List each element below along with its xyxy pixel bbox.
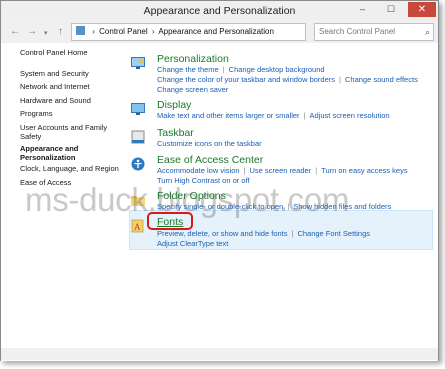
personalization-icon (131, 57, 145, 69)
breadcrumb-separator[interactable]: › (152, 27, 155, 36)
search-icon[interactable]: ⌕ (425, 24, 430, 40)
link-row: Make text and other items larger or smal… (157, 111, 390, 120)
breadcrumb-control-panel[interactable]: Control Panel (99, 27, 147, 36)
taskbar-icon (131, 130, 145, 144)
link-text-size[interactable]: Make text and other items larger or smal… (157, 111, 300, 120)
recent-locations-icon[interactable]: ▾ (44, 29, 48, 37)
minimize-button[interactable]: – (360, 4, 365, 14)
personalization-heading[interactable]: Personalization (157, 53, 229, 65)
link-row: Change the color of your taskbar and win… (157, 75, 418, 84)
link-row: Accommodate low vision | Use screen reader… (157, 166, 408, 175)
address-bar-row: ← → ▾ ↑ › Control Panel › Appearance and… (1, 21, 438, 43)
taskbar-heading[interactable]: Taskbar (157, 127, 194, 139)
link-change-background[interactable]: Change desktop background (229, 65, 325, 74)
sidebar-item-clock-language[interactable]: Clock, Language, and Region (20, 164, 120, 174)
link-screen-reader[interactable]: Use screen reader (250, 166, 312, 175)
link-row: Adjust ClearType text (157, 239, 228, 248)
search-input[interactable]: Search Control Panel ⌕ (314, 23, 434, 41)
search-placeholder: Search Control Panel (319, 27, 396, 36)
link-row: Preview, delete, or show and hide fonts |… (157, 229, 370, 238)
content-area: Control Panel Home System and Security N… (1, 43, 438, 361)
link-screen-resolution[interactable]: Adjust screen resolution (310, 111, 390, 120)
ease-of-access-icon (131, 157, 145, 171)
link-low-vision[interactable]: Accommodate low vision (157, 166, 240, 175)
status-bar (1, 348, 438, 360)
sidebar-item-system-security[interactable]: System and Security (20, 69, 120, 79)
fonts-icon: A (131, 219, 144, 233)
display-icon (131, 103, 145, 115)
window-title: Appearance and Personalization (143, 5, 296, 17)
sidebar-item-hardware[interactable]: Hardware and Sound (20, 96, 120, 106)
link-change-sounds[interactable]: Change sound effects (345, 75, 418, 84)
forward-arrow-icon[interactable]: → (27, 26, 37, 37)
svg-text:A: A (134, 222, 141, 232)
up-arrow-icon[interactable]: ↑ (58, 26, 63, 37)
link-change-screen-saver[interactable]: Change screen saver (157, 85, 228, 94)
back-arrow-icon[interactable]: ← (10, 26, 20, 37)
ease-of-access-heading[interactable]: Ease of Access Center (157, 154, 263, 166)
control-panel-icon (76, 26, 85, 35)
window: Appearance and Personalization – ☐ ✕ ← →… (0, 0, 439, 361)
link-font-settings[interactable]: Change Font Settings (297, 229, 370, 238)
title-bar: Appearance and Personalization – ☐ ✕ (1, 1, 438, 21)
sidebar-item-control-panel-home[interactable]: Control Panel Home (20, 48, 120, 58)
link-cleartype[interactable]: Adjust ClearType text (157, 239, 228, 248)
close-button[interactable]: ✕ (408, 2, 436, 17)
sidebar-item-network[interactable]: Network and Internet (20, 82, 120, 92)
sidebar-item-user-accounts-2[interactable]: Safety (20, 132, 120, 142)
link-change-theme[interactable]: Change the theme (157, 65, 219, 74)
link-easy-access-keys[interactable]: Turn on easy access keys (321, 166, 407, 175)
breadcrumb[interactable]: › Control Panel › Appearance and Persona… (71, 23, 306, 41)
display-heading[interactable]: Display (157, 99, 191, 111)
breadcrumb-appearance[interactable]: Appearance and Personalization (158, 27, 274, 36)
link-preview-fonts[interactable]: Preview, delete, or show and hide fonts (157, 229, 288, 238)
sidebar-item-programs[interactable]: Programs (20, 109, 120, 119)
link-row: Change the theme | Change desktop backgrou… (157, 65, 325, 74)
sidebar-item-appearance-2[interactable]: Personalization (20, 153, 120, 163)
link-customize-icons[interactable]: Customize icons on the taskbar (157, 139, 262, 148)
link-change-color[interactable]: Change the color of your taskbar and win… (157, 75, 335, 84)
breadcrumb-separator[interactable]: › (92, 27, 95, 36)
watermark: ms-duck.blogspot.com (25, 181, 350, 218)
link-row: Customize icons on the taskbar (157, 139, 262, 148)
link-row: Change screen saver (157, 85, 228, 94)
maximize-button[interactable]: ☐ (387, 4, 395, 15)
